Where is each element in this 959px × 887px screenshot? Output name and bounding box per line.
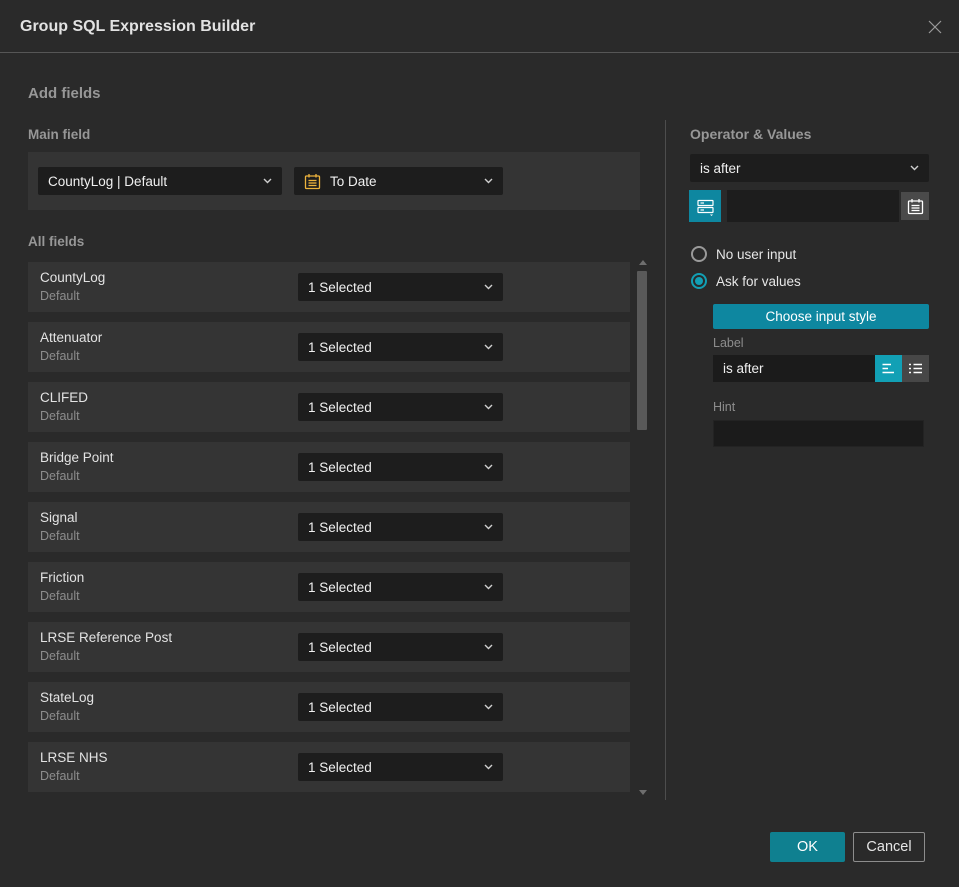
radio-circle-icon — [691, 246, 707, 262]
field-name: CLIFED — [40, 390, 89, 405]
radio-circle-checked-icon — [691, 273, 707, 289]
field-values-select-value: 1 Selected — [308, 279, 372, 295]
bulleted-list-icon[interactable] — [902, 355, 929, 382]
cancel-button[interactable]: Cancel — [853, 832, 925, 862]
label-input[interactable] — [713, 355, 875, 382]
field-values-select[interactable]: 1 Selected — [298, 753, 503, 781]
field-type: Default — [40, 589, 80, 603]
all-fields-list: CountyLog Default 1 Selected Attenuator … — [28, 262, 630, 792]
chevron-down-icon — [484, 178, 493, 184]
main-field-heading: Main field — [28, 127, 91, 142]
field-row-attenuator: Attenuator Default 1 Selected — [28, 322, 630, 372]
field-values-select-value: 1 Selected — [308, 639, 372, 655]
field-row-signal: Signal Default 1 Selected — [28, 502, 630, 552]
field-values-select-value: 1 Selected — [308, 519, 372, 535]
radio-label: Ask for values — [716, 273, 801, 289]
calendar-icon — [304, 173, 321, 190]
field-row-lrse-reference-post: LRSE Reference Post Default 1 Selected — [28, 622, 630, 672]
field-values-select[interactable]: 1 Selected — [298, 693, 503, 721]
dialog-title: Group SQL Expression Builder — [20, 18, 256, 35]
value-input[interactable] — [727, 190, 899, 222]
choose-input-style-button[interactable]: Choose input style — [713, 304, 929, 329]
close-icon[interactable] — [925, 17, 945, 37]
field-name: CountyLog — [40, 270, 106, 285]
field-values-select-value: 1 Selected — [308, 699, 372, 715]
chevron-down-icon — [484, 764, 493, 770]
scrollbar-thumb[interactable] — [637, 271, 647, 430]
field-values-select[interactable]: 1 Selected — [298, 573, 503, 601]
chevron-down-icon — [484, 284, 493, 290]
chevron-down-icon — [484, 584, 493, 590]
dialog-header: Group SQL Expression Builder — [0, 0, 959, 53]
field-name: LRSE NHS — [40, 750, 108, 765]
chevron-down-icon — [484, 404, 493, 410]
field-type: Default — [40, 769, 80, 783]
main-field-select[interactable]: CountyLog | Default — [38, 167, 282, 195]
field-type: Default — [40, 709, 80, 723]
field-row-lrse-nhs: LRSE NHS Default 1 Selected — [28, 742, 630, 792]
field-name: Friction — [40, 570, 85, 585]
group-sql-expression-builder-dialog: Group SQL Expression Builder Add fields … — [0, 0, 959, 887]
add-fields-heading: Add fields — [28, 85, 101, 102]
field-row-countylog: CountyLog Default 1 Selected — [28, 262, 630, 312]
field-values-select[interactable]: 1 Selected — [298, 633, 503, 661]
align-left-icon[interactable] — [875, 355, 902, 382]
value-input-row — [689, 190, 929, 222]
field-values-select-value: 1 Selected — [308, 339, 372, 355]
stacked-values-icon[interactable] — [689, 190, 721, 222]
field-values-select[interactable]: 1 Selected — [298, 513, 503, 541]
chevron-down-icon — [484, 464, 493, 470]
scrollbar-up-arrow-icon[interactable] — [639, 260, 647, 265]
chevron-down-icon — [484, 704, 493, 710]
field-values-select[interactable]: 1 Selected — [298, 333, 503, 361]
panel-divider — [665, 120, 666, 800]
radio-ask-for-values[interactable]: Ask for values — [691, 273, 801, 289]
field-name: Attenuator — [40, 330, 103, 345]
label-field-label: Label — [713, 336, 744, 350]
main-field-panel: CountyLog | Default To Date — [28, 152, 640, 210]
field-name: Bridge Point — [40, 450, 114, 465]
all-fields-heading: All fields — [28, 234, 85, 249]
field-row-clifed: CLIFED Default 1 Selected — [28, 382, 630, 432]
chevron-down-icon — [910, 165, 919, 171]
hint-field-label: Hint — [713, 400, 736, 414]
field-type: Default — [40, 529, 80, 543]
radio-label: No user input — [716, 246, 797, 262]
field-row-statelog: StateLog Default 1 Selected — [28, 682, 630, 732]
field-values-select[interactable]: 1 Selected — [298, 273, 503, 301]
field-values-select-value: 1 Selected — [308, 399, 372, 415]
field-type: Default — [40, 409, 80, 423]
scrollbar-down-arrow-icon[interactable] — [639, 790, 647, 795]
field-type: Default — [40, 469, 80, 483]
chevron-down-icon — [484, 524, 493, 530]
operator-values-heading: Operator & Values — [690, 126, 812, 142]
hint-input[interactable] — [713, 420, 924, 447]
field-row-friction: Friction Default 1 Selected — [28, 562, 630, 612]
chevron-down-icon — [263, 178, 272, 184]
field-values-select[interactable]: 1 Selected — [298, 453, 503, 481]
field-name: Signal — [40, 510, 78, 525]
field-values-select[interactable]: 1 Selected — [298, 393, 503, 421]
operator-select[interactable]: is after — [690, 154, 929, 182]
field-type: Default — [40, 349, 80, 363]
main-date-select[interactable]: To Date — [294, 167, 503, 195]
main-field-select-value: CountyLog | Default — [48, 173, 168, 189]
calendar-picker-icon[interactable] — [901, 192, 929, 220]
field-values-select-value: 1 Selected — [308, 579, 372, 595]
chevron-down-icon — [484, 344, 493, 350]
operator-select-value: is after — [700, 160, 741, 176]
ok-button[interactable]: OK — [770, 832, 845, 862]
field-type: Default — [40, 289, 80, 303]
radio-no-user-input[interactable]: No user input — [691, 246, 796, 262]
field-name: StateLog — [40, 690, 95, 705]
field-name: LRSE Reference Post — [40, 630, 173, 645]
field-values-select-value: 1 Selected — [308, 459, 372, 475]
chevron-down-icon — [484, 644, 493, 650]
list-scrollbar[interactable] — [636, 256, 650, 801]
field-values-select-value: 1 Selected — [308, 759, 372, 775]
main-date-select-value: To Date — [330, 173, 377, 189]
field-type: Default — [40, 649, 80, 663]
field-row-bridge-point: Bridge Point Default 1 Selected — [28, 442, 630, 492]
